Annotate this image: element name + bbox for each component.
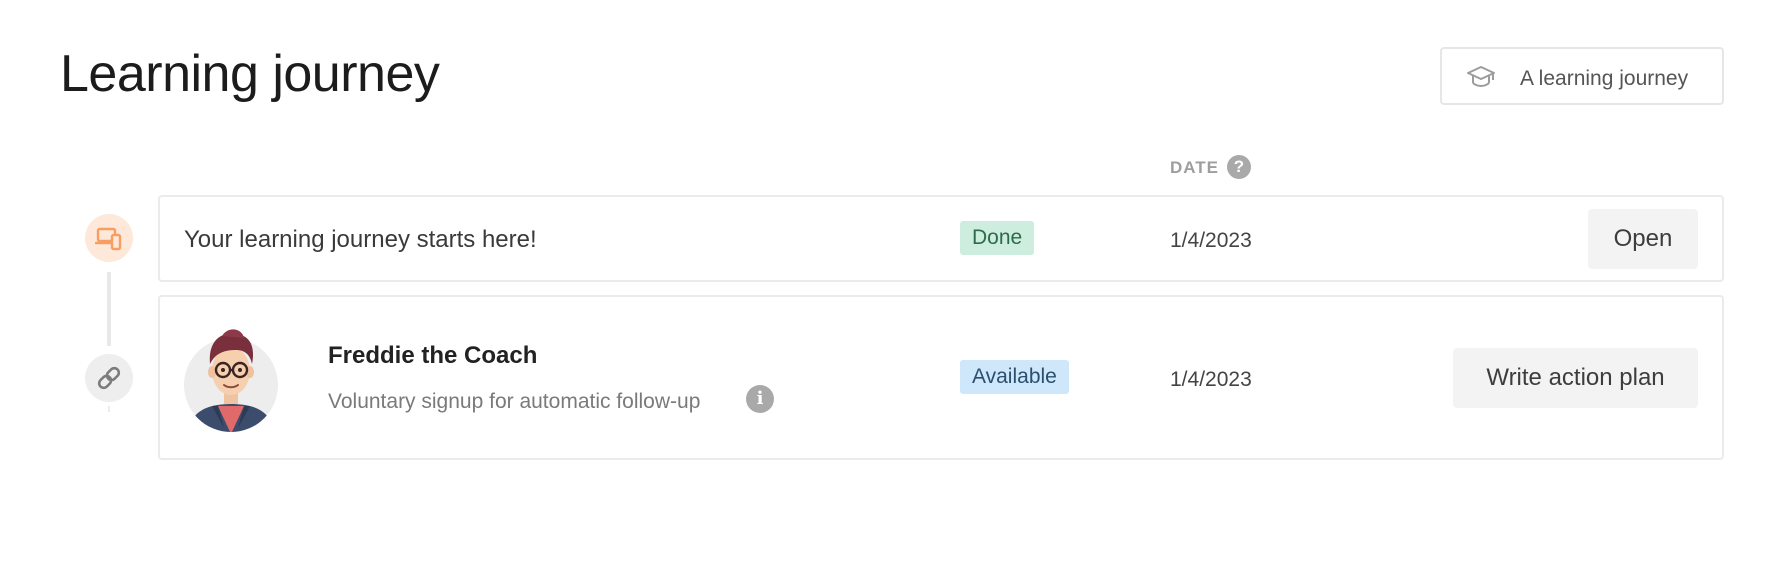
info-icon[interactable]: i [746,385,774,413]
help-icon[interactable]: ? [1227,155,1251,179]
open-button[interactable]: Open [1588,209,1698,269]
status-badge-available: Available [960,360,1069,394]
timeline-node-start [85,214,133,262]
devices-icon [95,227,122,251]
link-icon [97,366,121,390]
timeline-connector-tail [108,406,110,412]
coach-name: Freddie the Coach [328,342,538,369]
journey-step-coach: Freddie the Coach Voluntary signup for a… [158,295,1724,460]
page-title: Learning journey [60,45,440,103]
graduation-cap-icon [1467,66,1495,88]
learning-journey-button-label: A learning journey [1520,67,1689,90]
coach-description: Voluntary signup for automatic follow-up [328,390,701,413]
step-title: Your learning journey starts here! [184,226,537,253]
step-date: 1/4/2023 [1170,229,1252,252]
timeline-connector [107,272,111,346]
write-action-plan-button[interactable]: Write action plan [1453,348,1698,408]
step-date: 1/4/2023 [1170,368,1252,391]
timeline-node-coach [85,354,133,402]
journey-step-start: Your learning journey starts here! Done … [158,195,1724,282]
learning-journey-button[interactable]: A learning journey [1440,47,1724,105]
date-column-header: DATE [1170,158,1220,177]
coach-avatar [184,329,278,432]
status-badge-done: Done [960,221,1035,255]
